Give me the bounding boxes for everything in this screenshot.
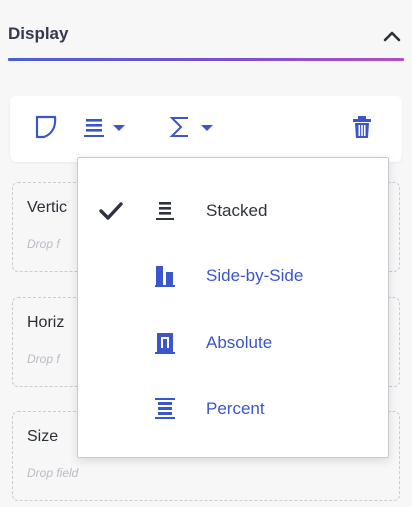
aggregation-button[interactable] xyxy=(168,114,214,144)
menu-item-label: Percent xyxy=(206,399,265,418)
menu-item-label: Side-by-Side xyxy=(206,266,304,285)
menu-item-percent[interactable]: Percent xyxy=(78,384,388,434)
chart-shape-button[interactable] xyxy=(32,114,60,144)
menu-item-stacked[interactable]: Stacked xyxy=(78,186,388,236)
zone-label: Horiz xyxy=(27,314,65,331)
drop-field-hint: Drop field xyxy=(27,466,79,480)
menu-item-label: Absolute xyxy=(206,333,273,352)
stack-mode-menu: Stacked Side-by-Side Absolute Percent xyxy=(77,157,389,458)
side-by-side-icon xyxy=(152,263,178,289)
menu-item-absolute[interactable]: Absolute xyxy=(78,318,388,368)
zone-label: Size xyxy=(27,428,59,445)
drop-field-hint: Drop f xyxy=(27,352,60,366)
absolute-icon xyxy=(152,330,178,356)
stacked-icon xyxy=(152,198,178,224)
drop-field-hint: Drop f xyxy=(27,237,60,251)
stack-mode-button[interactable] xyxy=(82,114,126,144)
checkmark-icon xyxy=(98,199,124,223)
delete-button[interactable] xyxy=(350,114,374,144)
display-panel: Display Vertic Drop f Horiz Drop f Size … xyxy=(0,0,412,507)
caret-down-icon xyxy=(112,120,126,138)
display-section-header[interactable]: Display xyxy=(8,22,404,52)
zone-label: Vertic xyxy=(27,199,68,216)
menu-item-side-by-side[interactable]: Side-by-Side xyxy=(78,251,388,301)
chart-shape-icon xyxy=(32,113,60,146)
stacked-icon xyxy=(82,115,106,144)
section-underline xyxy=(8,58,404,61)
caret-down-icon xyxy=(200,120,214,138)
chevron-up-icon[interactable] xyxy=(380,24,404,48)
trash-icon xyxy=(350,114,374,145)
menu-item-label: Stacked xyxy=(206,201,268,220)
percent-icon xyxy=(152,396,178,422)
toolbar xyxy=(10,96,402,162)
sigma-icon xyxy=(168,114,192,145)
section-title: Display xyxy=(8,24,69,43)
